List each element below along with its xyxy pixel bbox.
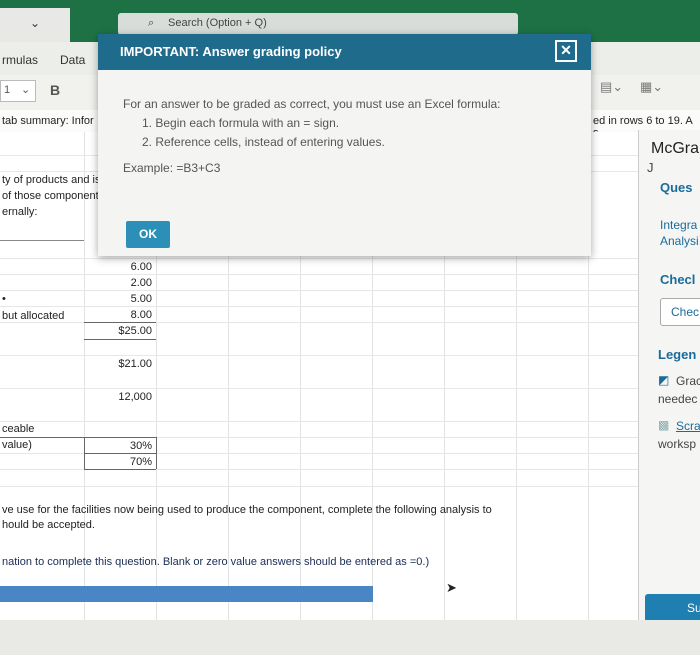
value-cell[interactable]: 6.00: [84, 261, 152, 273]
percent-cell[interactable]: 70%: [84, 456, 152, 468]
units-cell[interactable]: 12,000: [84, 391, 152, 403]
progress-bar: [0, 586, 373, 602]
search-icon: ⌕: [148, 17, 155, 29]
search-bar[interactable]: ⌕ Search (Option + Q): [118, 13, 518, 35]
table-icon[interactable]: ▦⌄: [640, 79, 663, 95]
mouse-cursor-icon: ➤: [446, 580, 457, 595]
dialog-title: IMPORTANT: Answer grading policy: [120, 44, 342, 59]
dialog-rule-1: 1. Begin each formula with an = sign.: [142, 116, 340, 130]
font-size-select[interactable]: 1 ⌄: [0, 80, 36, 102]
question-heading: Ques: [660, 180, 693, 195]
formula-hint-left: tab summary: Infor: [2, 115, 94, 127]
graded-label: Grac: [676, 374, 700, 388]
description-line-2: of those component: [2, 190, 99, 202]
note-line-2: hould be accepted.: [2, 519, 95, 531]
bullet: •: [2, 293, 6, 305]
bottom-bar: [0, 620, 700, 655]
tab-formulas[interactable]: rmulas: [2, 53, 38, 67]
dialog-intro: For an answer to be graded as correct, y…: [123, 97, 501, 111]
chevron-down-icon: ⌄: [21, 84, 31, 96]
cell-border: [84, 469, 156, 470]
close-icon[interactable]: ✕: [555, 40, 577, 62]
ok-button[interactable]: OK: [126, 221, 170, 248]
column-label-j: J: [647, 160, 654, 175]
cell-border: [84, 322, 156, 323]
note-line-1: ve use for the facilities now being used…: [2, 504, 492, 516]
value-cell[interactable]: 5.00: [84, 293, 152, 305]
bold-button[interactable]: B: [50, 82, 60, 98]
check-heading: Checl: [660, 272, 696, 287]
cell-border: [0, 240, 84, 241]
grid-line: [0, 290, 638, 291]
integration-label: Integra: [660, 218, 698, 232]
grading-policy-dialog: IMPORTANT: Answer grading policy ✕ For a…: [98, 34, 591, 256]
value-label: value): [2, 439, 32, 451]
grid-line: [0, 306, 638, 307]
total-21-cell[interactable]: $21.00: [84, 358, 152, 370]
instruction-text: nation to complete this question. Blank …: [2, 556, 430, 568]
submit-button-label: Su: [687, 601, 700, 615]
check-button[interactable]: Chec: [660, 298, 700, 326]
checkbox-checked-icon: ◩: [658, 373, 670, 387]
analysis-label: Analysi: [660, 234, 699, 248]
search-placeholder: Search (Option + Q): [168, 17, 267, 29]
needed-label: needec: [658, 392, 698, 406]
total-cell[interactable]: $25.00: [84, 325, 152, 337]
value-cell[interactable]: 2.00: [84, 277, 152, 289]
ceable-label: ceable: [2, 423, 35, 435]
dialog-header: IMPORTANT: Answer grading policy ✕: [98, 34, 591, 70]
check-button-label: Chec: [671, 305, 700, 319]
grid-line: [0, 274, 638, 275]
dialog-rule-2: 2. Reference cells, instead of entering …: [142, 135, 385, 149]
dialog-example: Example: =B3+C3: [123, 161, 221, 175]
font-size-value: 1: [4, 84, 11, 96]
title-tab[interactable]: ⌄: [0, 8, 70, 42]
percent-cell[interactable]: 30%: [84, 440, 152, 452]
chevron-down-icon[interactable]: ⌄: [30, 16, 40, 30]
grid-line: [0, 486, 638, 487]
description-line-3: ernally:: [2, 206, 38, 218]
grid-line: [0, 258, 638, 259]
description-line-1: ty of products and is: [2, 174, 101, 186]
grid-line: [0, 421, 638, 422]
grid-line: [0, 355, 638, 356]
right-panel: J McGra Ques Integra Analysi Checl Chec …: [638, 130, 700, 620]
grid-line: [84, 132, 85, 620]
value-cell[interactable]: 8.00: [84, 309, 152, 321]
cell-border: [84, 453, 156, 454]
scratch-square-icon: ▩: [658, 418, 670, 432]
brand-logo: McGra: [651, 140, 699, 157]
workspace-label: worksp: [658, 437, 697, 451]
submit-button[interactable]: Su: [645, 594, 700, 622]
cell-border: [0, 437, 156, 438]
legend-heading: Legen: [658, 347, 697, 362]
cell-border: [84, 339, 156, 340]
format-icon[interactable]: ▤⌄: [600, 79, 623, 95]
grid-line: [0, 388, 638, 389]
but-allocated-label: but allocated: [2, 310, 65, 322]
tab-data[interactable]: Data: [60, 53, 85, 67]
cell-border: [156, 437, 157, 469]
scratch-link[interactable]: Scra: [676, 419, 700, 433]
